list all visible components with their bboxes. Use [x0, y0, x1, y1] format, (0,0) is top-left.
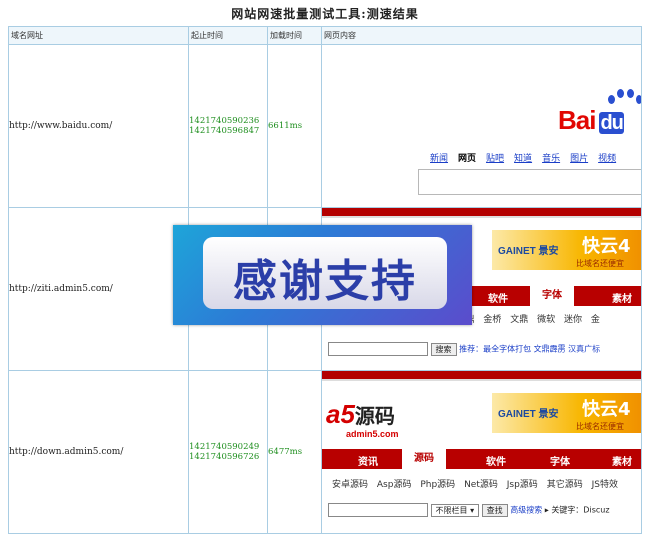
gainet-ad-banner[interactable]: GAINET 景安 快云4 比域名还便宜 — [492, 230, 641, 270]
admin5-logo[interactable]: a5源码 admin5.com — [326, 399, 399, 439]
subnav-item[interactable]: Net源码 — [464, 480, 498, 490]
arrow-right-icon: ▸ — [544, 505, 549, 515]
top-bar — [322, 208, 641, 216]
ad-subtitle: 比域名还便宜 — [576, 422, 624, 431]
baidu-nav-video[interactable]: 视频 — [598, 154, 616, 164]
tab-software[interactable]: 软件 — [486, 453, 506, 468]
ad-subtitle: 比域名还便宜 — [576, 259, 624, 268]
subnav-item[interactable]: 迷你 — [564, 315, 582, 325]
row-url: http://www.baidu.com/ — [8, 44, 189, 208]
tab-source[interactable]: 源码 — [402, 449, 446, 469]
subnav-item[interactable]: 微软 — [537, 315, 555, 325]
subnav-item[interactable]: Jsp源码 — [507, 480, 538, 490]
subnav-item[interactable]: 文鼎 — [510, 315, 528, 325]
search-button[interactable]: 查找 — [481, 503, 508, 517]
recommend-text: 推荐：最全字体打包 文鼎霹雳 汉真广标 — [459, 344, 601, 354]
header-domain: 域名网址 — [8, 26, 189, 45]
tab-news[interactable]: 资讯 — [358, 453, 378, 468]
row-load-time: 6477ms — [267, 370, 322, 534]
page-title: 网站网速批量测试工具:测速结果 — [231, 7, 419, 21]
baidu-nav: 新闻 网页 贴吧 知道 音乐 图片 视频 — [430, 151, 626, 164]
subnav-item[interactable]: 金 — [591, 315, 600, 325]
subnav-item[interactable]: 金桥 — [483, 315, 501, 325]
ad-title: 快云4 — [582, 236, 631, 257]
keywords-text: 关键字：Discuz — [551, 505, 610, 515]
subnav-item[interactable]: Asp源码 — [377, 480, 412, 490]
sub-nav: 安卓源码 Asp源码 Php源码 Net源码 Jsp源码 其它源码 JS特效 — [332, 477, 641, 497]
logo-domain: admin5.com — [346, 429, 399, 439]
table-header: 域名网址 起止时间 加载时间 网页内容 — [8, 26, 642, 45]
subnav-item[interactable]: Php源码 — [420, 480, 455, 490]
down-frame[interactable]: a5源码 admin5.com GAINET 景安 快云4 比域名还便宜 资讯 … — [322, 371, 641, 533]
category-select[interactable]: 不限栏目 ▾ — [430, 503, 480, 517]
baidu-nav-tieba[interactable]: 贴吧 — [486, 154, 504, 164]
search-row: 不限栏目 ▾ 查找 高级搜索 ▸ 关键字：Discuz — [328, 503, 610, 517]
row-content-preview: Bai du 新闻 网页 贴吧 知道 音乐 图片 视频 — [321, 44, 642, 208]
advanced-search-link[interactable]: 高级搜索 — [510, 506, 542, 515]
tab-material[interactable]: 素材 — [612, 453, 632, 468]
row-time-range: 1421740590236 1421740596847 — [188, 44, 268, 208]
top-bar-shadow — [322, 379, 641, 381]
subnav-item[interactable]: JS特效 — [592, 480, 618, 490]
logo-yuanma: 源码 — [354, 406, 395, 428]
baidu-frame[interactable]: Bai du 新闻 网页 贴吧 知道 音乐 图片 视频 — [322, 45, 641, 207]
baidu-logo-bai: Bai — [558, 105, 596, 135]
thanks-overlay-panel: 感谢支持 — [203, 237, 447, 309]
start-time: 1421740590236 — [189, 116, 260, 126]
end-time: 1421740596726 — [189, 452, 260, 462]
baidu-nav-news[interactable]: 新闻 — [430, 154, 448, 164]
main-nav: 资讯 源码 软件 字体 素材 — [322, 449, 641, 469]
row-time-range: 1421740590249 1421740596726 — [188, 370, 268, 534]
logo-a5: a5 — [326, 399, 355, 429]
table-row: http://down.admin5.com/ 1421740590249 14… — [8, 370, 642, 534]
row-load-time: 6611ms — [267, 44, 322, 208]
gainet-ad-banner[interactable]: GAINET 景安 快云4 比域名还便宜 — [492, 393, 641, 433]
search-button[interactable]: 搜索 — [430, 342, 457, 356]
search-input[interactable] — [328, 503, 428, 517]
search-input[interactable] — [328, 342, 428, 356]
thanks-text: 感谢支持 — [233, 256, 417, 307]
top-bar — [322, 371, 641, 379]
baidu-nav-zhidao[interactable]: 知道 — [514, 154, 532, 164]
tab-software[interactable]: 软件 — [488, 290, 508, 305]
row-url: http://ziti.admin5.com/ — [8, 207, 189, 371]
baidu-logo[interactable]: Bai du — [558, 105, 624, 136]
thanks-overlay-banner: 感谢支持 — [173, 225, 472, 325]
tab-material[interactable]: 素材 — [612, 290, 632, 305]
ad-brand: GAINET 景安 — [498, 409, 559, 420]
start-time: 1421740590249 — [189, 442, 260, 452]
subnav-item[interactable]: 其它源码 — [547, 480, 583, 490]
row-content-preview: a5源码 admin5.com GAINET 景安 快云4 比域名还便宜 资讯 … — [321, 370, 642, 534]
end-time: 1421740596847 — [189, 126, 260, 136]
subnav-item[interactable]: 安卓源码 — [332, 480, 368, 490]
tab-font[interactable]: 字体 — [550, 453, 570, 468]
baidu-nav-music[interactable]: 音乐 — [542, 154, 560, 164]
baidu-logo-du: du — [599, 112, 624, 134]
tab-font[interactable]: 字体 — [530, 286, 574, 306]
row-url: http://down.admin5.com/ — [8, 370, 189, 534]
table-row: http://www.baidu.com/ 1421740590236 1421… — [8, 44, 642, 208]
top-bar-shadow — [322, 216, 641, 218]
baidu-nav-web[interactable]: 网页 — [458, 154, 476, 164]
baidu-nav-images[interactable]: 图片 — [570, 154, 588, 164]
header-time-range: 起止时间 — [188, 26, 268, 45]
baidu-search-input[interactable] — [418, 169, 641, 195]
ad-brand: GAINET 景安 — [498, 246, 559, 257]
search-row: 搜索 推荐：最全字体打包 文鼎霹雳 汉真广标 — [328, 342, 600, 356]
ad-title: 快云4 — [582, 399, 631, 420]
header-page-content: 网页内容 — [321, 26, 642, 45]
header-load-time: 加载时间 — [267, 26, 322, 45]
